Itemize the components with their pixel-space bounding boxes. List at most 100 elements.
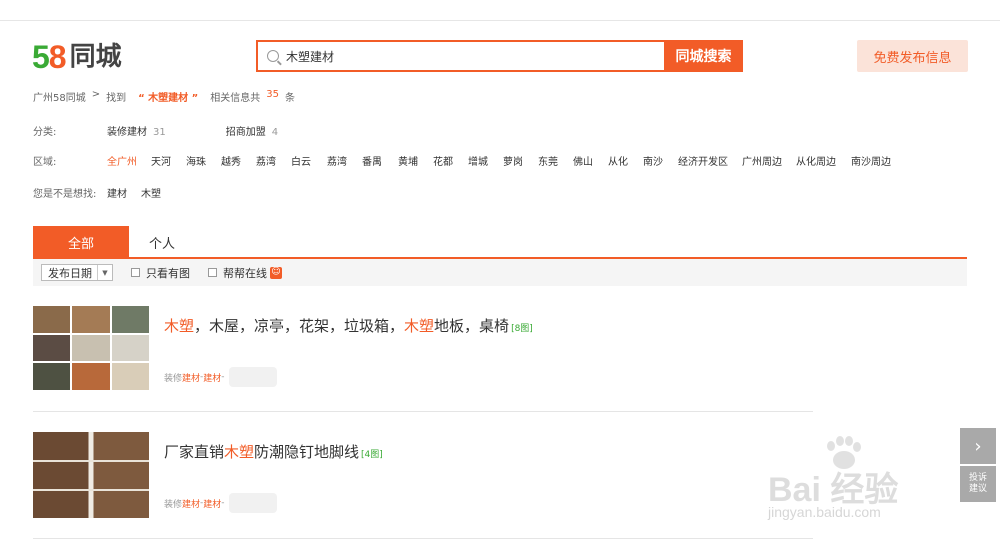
area-item[interactable]: 花都 (433, 153, 468, 168)
category-count: 31 (153, 127, 166, 138)
area-item[interactable]: 白云 (291, 153, 327, 168)
meta-subcategory-link[interactable]: 建材 (203, 371, 221, 384)
category-item[interactable]: 招商加盟 4 (226, 123, 278, 138)
suggestion-row: 您是不是想找: 建材 木塑 (33, 185, 175, 200)
area-item[interactable]: 越秀 (221, 153, 256, 168)
area-item[interactable]: 天河 (151, 153, 186, 168)
picture-count: [8图] (511, 324, 533, 334)
category-name: 装修建材 (107, 127, 147, 138)
only-pics-checkbox[interactable]: 只看有图 (131, 265, 190, 281)
suggestion-item[interactable]: 木塑 (141, 185, 161, 200)
result-count: 35 (266, 89, 279, 100)
listing-title[interactable]: 木塑，木屋，凉亭，花架，垃圾箱，木塑地板，桌椅 [8图] (164, 315, 533, 336)
area-item[interactable]: 南沙周边 (851, 153, 891, 168)
sort-date-select[interactable]: 发布日期 ▼ (41, 264, 113, 281)
search-box (256, 40, 666, 72)
logo-digit-8: 8 (48, 39, 67, 75)
logo-digit-5: 5 (32, 39, 50, 75)
search-input[interactable] (286, 49, 646, 63)
report-label-2: 建议 (968, 484, 987, 494)
area-item[interactable]: 海珠 (186, 153, 221, 168)
listing-thumbnail-grid[interactable] (33, 306, 149, 390)
blurred-contact (228, 493, 277, 513)
meta-category-link[interactable]: 建材 (182, 371, 200, 384)
area-item[interactable]: 荔湾 (256, 153, 291, 168)
area-item[interactable]: 增城 (468, 153, 503, 168)
category-label: 分类: (33, 127, 57, 138)
blurred-contact (228, 367, 277, 387)
chevron-right-icon[interactable]: › (960, 428, 996, 464)
thumbnail (33, 306, 71, 333)
breadcrumb: 广州58同城 > 找到 “ 木塑建材 ” 相关信息共 35 条 (33, 89, 295, 104)
meta-subcategory-link[interactable]: 建材 (203, 497, 221, 510)
top-divider (0, 20, 1000, 21)
area-filter-row: 区域: 全广州 天河 海珠 越秀 荔湾 白云 荔湾 番禺 黄埔 花都 增城 萝岗… (33, 153, 891, 168)
report-label-1: 投诉 (968, 473, 987, 484)
checkbox-box[interactable] (131, 268, 140, 277)
area-item-all[interactable]: 全广州 (107, 153, 151, 168)
search-icon (267, 50, 279, 62)
online-label: 帮帮在线 (223, 266, 267, 280)
tab-all[interactable]: 全部 (33, 226, 129, 258)
result-unit: 条 (284, 93, 295, 104)
listing-title[interactable]: 厂家直销木塑防潮隐钉地脚线 [4图] (164, 441, 383, 462)
area-item[interactable]: 番禺 (362, 153, 398, 168)
category-item[interactable]: 装修建材 31 (107, 123, 166, 138)
area-item[interactable]: 东莞 (538, 153, 573, 168)
suggestion-item[interactable]: 建材 (107, 185, 127, 200)
area-item[interactable]: 经济开发区 (678, 153, 742, 168)
logo-text: 同城 (69, 42, 122, 72)
title-text: ，木屋，凉亭，花架，垃圾箱， (194, 317, 405, 335)
thumbnail (72, 363, 110, 390)
title-highlight: 木塑 (404, 317, 435, 335)
title-text: 地板，桌椅 (434, 317, 510, 335)
listing-divider (33, 538, 813, 539)
thumbnail (33, 334, 71, 362)
meta-category: 装修 (164, 373, 183, 384)
only-pics-label: 只看有图 (146, 266, 190, 280)
area-item[interactable]: 黄埔 (398, 153, 433, 168)
category-filter-row: 分类: 装修建材 31 招商加盟 4 (33, 123, 338, 138)
search-button[interactable]: 同城搜索 (664, 40, 743, 72)
checkbox-box[interactable] (208, 268, 217, 277)
breadcrumb-found: 找到 (106, 93, 127, 104)
report-button[interactable]: 投诉 建议 (960, 466, 996, 502)
area-item[interactable]: 广州周边 (742, 153, 796, 168)
publish-free-button[interactable]: 免费发布信息 (857, 40, 968, 72)
area-item[interactable]: 佛山 (573, 153, 608, 168)
listing-meta: 装修 建材 - 建材 - (164, 493, 277, 513)
meta-category: 装修 (164, 499, 183, 510)
area-item[interactable]: 荔湾 (327, 153, 362, 168)
area-item[interactable]: 萝岗 (503, 153, 538, 168)
meta-separator: - (221, 498, 225, 508)
title-highlight: 木塑 (224, 443, 255, 461)
watermark-url: jingyan.baidu.com (768, 504, 881, 520)
title-text: 防潮隐钉地脚线 (254, 443, 360, 461)
thumbnail (111, 334, 149, 362)
title-highlight: 木塑 (164, 317, 195, 335)
breadcrumb-site-link[interactable]: 广州58同城 (33, 89, 86, 104)
suggestion-label: 您是不是想找: (33, 189, 97, 200)
meta-category-link[interactable]: 建材 (182, 497, 200, 510)
thumbnail (72, 306, 110, 333)
thumbnail (111, 306, 149, 333)
area-item[interactable]: 南沙 (643, 153, 678, 168)
area-item[interactable]: 从化周边 (796, 153, 851, 168)
listing-thumbnail[interactable] (33, 432, 149, 518)
smile-icon: ☺ (270, 266, 282, 279)
online-checkbox[interactable]: 帮帮在线 ☺ (208, 265, 282, 281)
thumbnail (111, 363, 149, 390)
picture-count: [4图] (361, 450, 383, 460)
site-logo[interactable]: 5 8 同城 (32, 40, 122, 74)
list-toolbar: 发布日期 ▼ 只看有图 帮帮在线 ☺ (33, 259, 967, 286)
category-count: 4 (271, 127, 279, 138)
meta-separator: - (221, 372, 225, 382)
area-item[interactable]: 从化 (608, 153, 643, 168)
thumbnail (33, 363, 71, 390)
listing-meta: 装修 建材 - 建材 - (164, 367, 277, 387)
category-name: 招商加盟 (225, 127, 266, 138)
breadcrumb-keyword: “ 木塑建材 ” (138, 93, 199, 104)
chevron-down-icon: ▼ (97, 265, 112, 280)
thumbnail (72, 334, 110, 362)
tab-personal[interactable]: 个人 (138, 226, 186, 258)
